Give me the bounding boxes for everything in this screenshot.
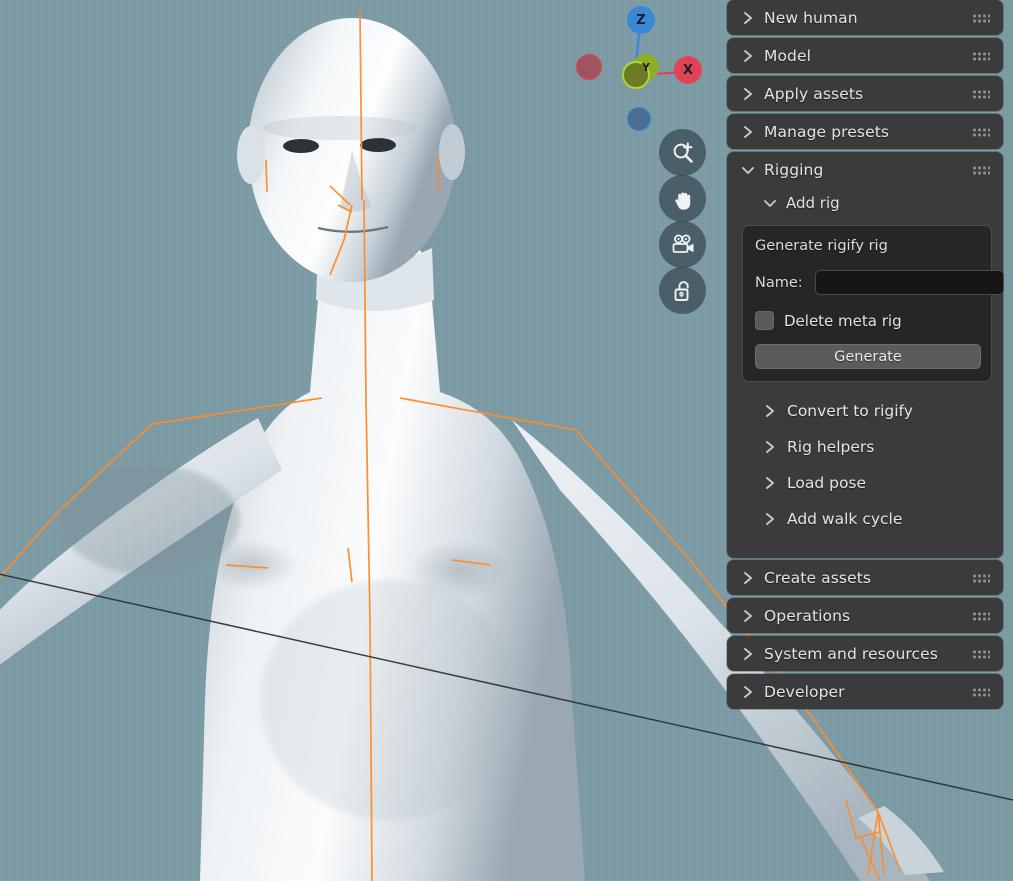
gizmo-label-z: Z bbox=[636, 12, 646, 28]
hand-pan-icon-button[interactable] bbox=[659, 175, 706, 222]
delete-meta-rig-label: Delete meta rig bbox=[784, 311, 902, 330]
chevron-right-icon bbox=[741, 571, 755, 585]
camera-icon-button[interactable] bbox=[659, 221, 706, 268]
panel-title-new-human: New human bbox=[764, 8, 858, 27]
gizmo-label-x: X bbox=[682, 62, 694, 78]
rig-name-label: Name: bbox=[755, 274, 803, 291]
chevron-right-icon bbox=[763, 440, 777, 454]
panel-title-model: Model bbox=[764, 46, 812, 65]
subpanel-item-label: Add walk cycle bbox=[787, 510, 903, 528]
panel-grip-handle-manage-presets[interactable] bbox=[972, 127, 990, 136]
panel-header-system-and-resources[interactable]: System and resources bbox=[727, 636, 1003, 671]
panel-title-apply-assets: Apply assets bbox=[764, 84, 864, 103]
panel-grip-handle-developer[interactable] bbox=[972, 687, 990, 696]
chevron-right-icon bbox=[741, 11, 755, 25]
chevron-right-icon bbox=[741, 685, 755, 699]
delete-meta-rig-row[interactable]: Delete meta rig bbox=[755, 311, 981, 330]
panel-section-rigging: Rigging Add rig Generate rigify rig Name… bbox=[727, 152, 1004, 558]
panel-header-new-human[interactable]: New human bbox=[727, 0, 1003, 35]
panel-title-rigging: Rigging bbox=[764, 160, 824, 179]
panel-grip-handle-apply-assets[interactable] bbox=[972, 89, 990, 98]
panel-header-developer[interactable]: Developer bbox=[727, 674, 1003, 709]
panel-section-new-human[interactable]: New human bbox=[727, 0, 1003, 35]
subpanel-item-label: Rig helpers bbox=[787, 438, 875, 456]
chevron-right-icon bbox=[763, 404, 777, 418]
chevron-right-icon bbox=[741, 125, 755, 139]
generate-rigify-rig-box: Generate rigify rig Name: Delete meta ri… bbox=[742, 225, 1004, 382]
panel-title-operations: Operations bbox=[764, 606, 851, 625]
chevron-right-icon bbox=[741, 609, 755, 623]
gizmo-axis-neg-x[interactable] bbox=[576, 54, 602, 80]
subpanel-item-convert-to-rigify[interactable]: Convert to rigify bbox=[727, 393, 1003, 429]
gizmo-label-y: Y bbox=[642, 60, 650, 74]
subpanel-item-label: Convert to rigify bbox=[787, 402, 913, 420]
panel-section-operations[interactable]: Operations bbox=[727, 598, 1003, 633]
panel-section-developer[interactable]: Developer bbox=[727, 674, 1003, 709]
panel-header-rigging[interactable]: Rigging bbox=[727, 152, 1003, 187]
panel-grip-handle-rigging[interactable] bbox=[972, 165, 990, 174]
navigation-gizmo[interactable]: Z Y X bbox=[570, 0, 710, 140]
application-window: Z Y X New human Model Apply assets Manag… bbox=[0, 0, 1013, 881]
panel-title-manage-presets: Manage presets bbox=[764, 122, 890, 141]
generate-button[interactable]: Generate bbox=[755, 344, 981, 369]
unlock-icon-button[interactable] bbox=[659, 267, 706, 314]
panel-grip-handle-new-human[interactable] bbox=[972, 13, 990, 22]
panel-section-model[interactable]: Model bbox=[727, 38, 1003, 73]
panel-title-system-and-resources: System and resources bbox=[764, 644, 938, 663]
addon-side-panel: New human Model Apply assets Manage pres… bbox=[727, 0, 1013, 881]
subpanel-item-label: Load pose bbox=[787, 474, 867, 492]
chevron-right-icon bbox=[741, 647, 755, 661]
subpanel-header-add-rig[interactable]: Add rig bbox=[727, 187, 1003, 219]
panel-section-create-assets[interactable]: Create assets bbox=[727, 560, 1003, 595]
panel-header-model[interactable]: Model bbox=[727, 38, 1003, 73]
panel-title-developer: Developer bbox=[764, 682, 845, 701]
gizmo-axis-neg-z[interactable] bbox=[627, 107, 651, 131]
chevron-right-icon bbox=[741, 49, 755, 63]
rig-name-input[interactable] bbox=[814, 270, 1004, 295]
chevron-right-icon bbox=[763, 476, 777, 490]
subpanel-item-add-walk-cycle[interactable]: Add walk cycle bbox=[727, 501, 1003, 537]
panel-grip-handle-operations[interactable] bbox=[972, 611, 990, 620]
chevron-right-icon bbox=[741, 87, 755, 101]
delete-meta-rig-checkbox[interactable] bbox=[755, 311, 774, 330]
subpanel-item-rig-helpers[interactable]: Rig helpers bbox=[727, 429, 1003, 465]
panel-header-manage-presets[interactable]: Manage presets bbox=[727, 114, 1003, 149]
generate-rigify-rig-title: Generate rigify rig bbox=[755, 238, 888, 254]
panel-title-create-assets: Create assets bbox=[764, 568, 872, 587]
rig-name-row: Name: bbox=[755, 270, 1004, 295]
chevron-down-icon bbox=[763, 196, 777, 210]
panel-section-apply-assets[interactable]: Apply assets bbox=[727, 76, 1003, 111]
panel-grip-handle-system-and-resources[interactable] bbox=[972, 649, 990, 658]
chevron-right-icon bbox=[763, 512, 777, 526]
panel-header-operations[interactable]: Operations bbox=[727, 598, 1003, 633]
chevron-down-icon bbox=[741, 163, 755, 177]
panel-header-create-assets[interactable]: Create assets bbox=[727, 560, 1003, 595]
subpanel-item-load-pose[interactable]: Load pose bbox=[727, 465, 1003, 501]
panel-header-apply-assets[interactable]: Apply assets bbox=[727, 76, 1003, 111]
subpanel-title-add-rig: Add rig bbox=[786, 194, 840, 212]
panel-section-system-and-resources[interactable]: System and resources bbox=[727, 636, 1003, 671]
zoom-in-icon-button[interactable] bbox=[659, 129, 706, 176]
panel-grip-handle-model[interactable] bbox=[972, 51, 990, 60]
panel-section-manage-presets[interactable]: Manage presets bbox=[727, 114, 1003, 149]
panel-grip-handle-create-assets[interactable] bbox=[972, 573, 990, 582]
viewport-tool-buttons bbox=[659, 129, 707, 314]
